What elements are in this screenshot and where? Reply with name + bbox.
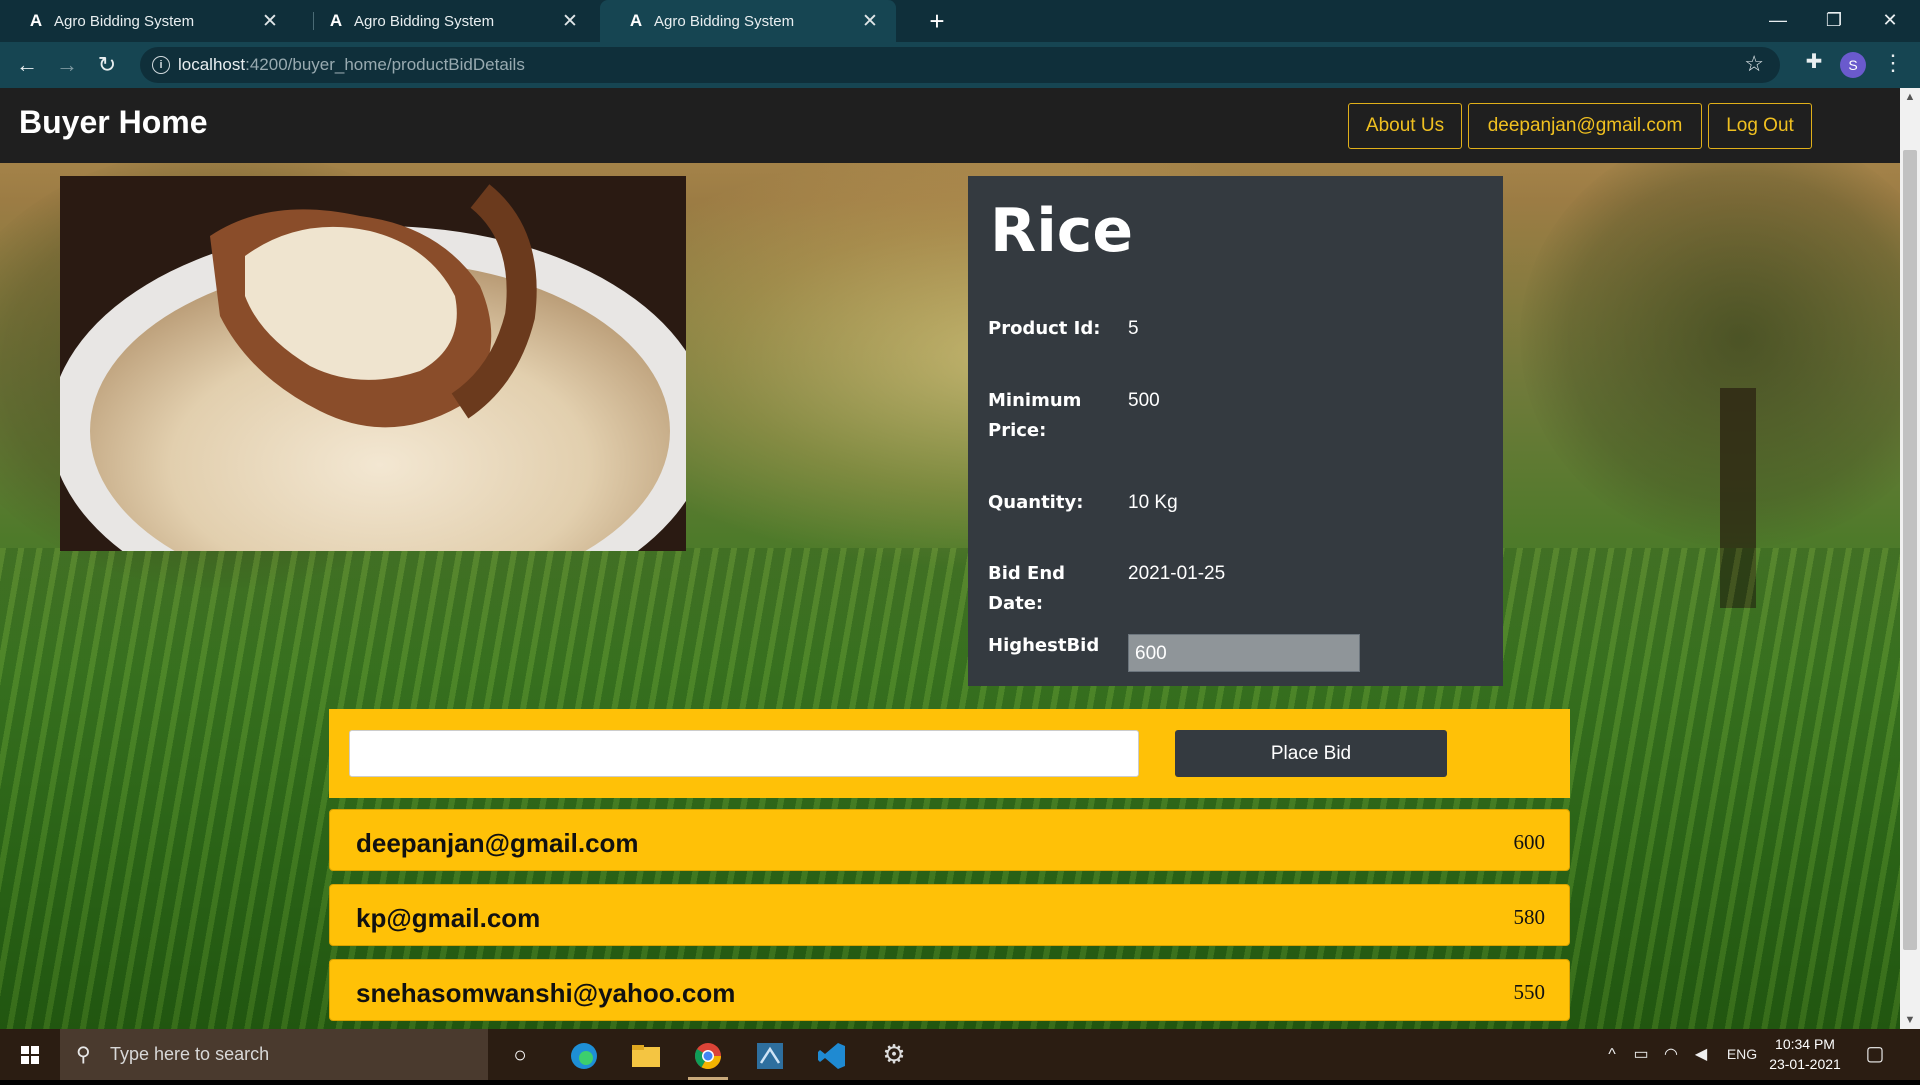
browser-menu-icon[interactable]: ⋮	[1882, 50, 1904, 76]
highest-bid-label: HighestBid	[988, 635, 1100, 656]
bid-end-date-value: 2021-01-25	[1128, 563, 1226, 584]
browser-tab[interactable]: A Agro Bidding System ✕	[300, 0, 596, 42]
logout-button[interactable]: Log Out	[1708, 103, 1812, 149]
browser-tab-strip: A Agro Bidding System ✕ A Agro Bidding S…	[0, 0, 1920, 42]
bidder-email: snehasomwanshi@yahoo.com	[356, 978, 736, 1008]
angular-favicon-icon: A	[629, 11, 643, 30]
bid-list-item: deepanjan@gmail.com 600	[329, 809, 1570, 871]
scroll-down-arrow-icon[interactable]: ▼	[1900, 1011, 1920, 1029]
page-viewport: Buyer Home About Us deepanjan@gmail.com …	[0, 88, 1900, 1029]
angular-favicon-icon: A	[329, 11, 343, 30]
close-tab-icon[interactable]: ✕	[560, 10, 580, 33]
bidder-email: deepanjan@gmail.com	[356, 828, 639, 858]
scroll-up-arrow-icon[interactable]: ▲	[1900, 88, 1920, 106]
clock-time: 10:34 PM	[1775, 1036, 1835, 1052]
windows-taskbar: ⚲ Type here to search ○ ⚙ ^ ▭ ◠ ◀ ENG 10…	[0, 1029, 1920, 1080]
close-tab-icon[interactable]: ✕	[260, 10, 280, 33]
place-bid-form: Place Bid	[329, 709, 1570, 798]
url-path: :4200/buyer_home/productBidDetails	[245, 55, 525, 74]
minimize-icon[interactable]: —	[1750, 0, 1806, 40]
volume-icon[interactable]: ◀	[1688, 1029, 1714, 1080]
clock-date: 23-01-2021	[1769, 1056, 1841, 1072]
notification-center-icon[interactable]: ▢	[1862, 1041, 1888, 1065]
bid-amount: 550	[1513, 980, 1546, 1004]
cortana-circle-icon[interactable]: ○	[490, 1029, 550, 1080]
site-info-icon[interactable]: i	[152, 56, 170, 74]
tab-title: Agro Bidding System	[54, 12, 195, 30]
windows-start-icon[interactable]	[0, 1029, 60, 1080]
restore-icon[interactable]: ❐	[1806, 0, 1862, 40]
profile-avatar[interactable]: S	[1840, 52, 1866, 78]
minimum-price-value: 500	[1128, 390, 1160, 411]
search-placeholder: Type here to search	[110, 1044, 270, 1064]
new-tab-plus-icon[interactable]: +	[922, 6, 952, 36]
background-tree-right	[1520, 128, 1900, 548]
angular-favicon-icon: A	[29, 11, 43, 30]
product-image	[60, 176, 686, 551]
back-arrow-icon[interactable]: ←	[12, 50, 42, 80]
bid-amount: 580	[1513, 905, 1546, 929]
close-window-icon[interactable]: ✕	[1862, 0, 1918, 40]
minimum-price-label: Minimum Price:	[988, 390, 1082, 441]
reload-icon[interactable]: ↻	[92, 50, 122, 80]
tray-chevron-up-icon[interactable]: ^	[1600, 1029, 1624, 1080]
sql-tool-icon[interactable]	[740, 1029, 800, 1080]
settings-gear-icon[interactable]: ⚙	[864, 1029, 924, 1080]
product-name: Rice	[990, 196, 1134, 266]
language-indicator[interactable]: ENG	[1722, 1029, 1762, 1080]
browser-tab[interactable]: A Agro Bidding System ✕	[0, 0, 296, 42]
bookmark-star-icon[interactable]: ☆	[1744, 51, 1764, 77]
bid-amount: 600	[1513, 830, 1546, 854]
bidder-email: kp@gmail.com	[356, 903, 541, 933]
highest-bid-field: 600	[1128, 634, 1360, 672]
bid-list-item: kp@gmail.com 580	[329, 884, 1570, 946]
quantity-value: 10 Kg	[1128, 492, 1178, 513]
quantity-label: Quantity:	[988, 492, 1084, 513]
url-host: localhost	[178, 55, 246, 74]
close-tab-icon[interactable]: ✕	[860, 10, 880, 33]
tab-title: Agro Bidding System	[654, 12, 795, 30]
forward-arrow-icon[interactable]: →	[52, 50, 82, 80]
address-bar[interactable]: i localhost:4200/buyer_home/productBidDe…	[140, 47, 1780, 83]
browser-toolbar: ← → ↻ i localhost:4200/buyer_home/produc…	[0, 42, 1920, 88]
app-navbar: Buyer Home About Us deepanjan@gmail.com …	[0, 88, 1900, 163]
vscode-icon[interactable]	[802, 1029, 862, 1080]
browser-tab-active[interactable]: A Agro Bidding System ✕	[600, 0, 896, 42]
bid-end-date-label: Bid End Date:	[988, 563, 1066, 614]
wifi-icon[interactable]: ◠	[1658, 1029, 1684, 1080]
file-explorer-icon[interactable]	[616, 1029, 676, 1080]
scrollbar-thumb[interactable]	[1903, 150, 1917, 950]
product-id-value: 5	[1128, 318, 1139, 339]
page-scrollbar[interactable]: ▲ ▼	[1900, 88, 1920, 1029]
edge-browser-icon[interactable]	[554, 1029, 614, 1080]
battery-icon[interactable]: ▭	[1628, 1029, 1654, 1080]
product-details-card: Rice Product Id: 5 Minimum Price: 500 Qu…	[968, 176, 1503, 686]
user-email-button[interactable]: deepanjan@gmail.com	[1468, 103, 1702, 149]
brand-title[interactable]: Buyer Home	[19, 104, 208, 141]
system-clock[interactable]: 10:34 PM 23-01-2021	[1762, 1034, 1848, 1074]
extensions-puzzle-icon[interactable]: ✚	[1800, 49, 1828, 74]
tab-title: Agro Bidding System	[354, 12, 495, 30]
bid-amount-input[interactable]	[349, 730, 1139, 777]
bid-list-item: snehasomwanshi@yahoo.com 550	[329, 959, 1570, 1021]
place-bid-button[interactable]: Place Bid	[1175, 730, 1447, 777]
about-us-button[interactable]: About Us	[1348, 103, 1462, 149]
taskbar-search-box[interactable]: ⚲ Type here to search	[60, 1029, 488, 1080]
search-icon: ⚲	[76, 1044, 91, 1066]
url-text: localhost:4200/buyer_home/productBidDeta…	[178, 55, 525, 75]
chrome-browser-icon[interactable]	[678, 1029, 738, 1080]
product-id-label: Product Id:	[988, 318, 1101, 339]
